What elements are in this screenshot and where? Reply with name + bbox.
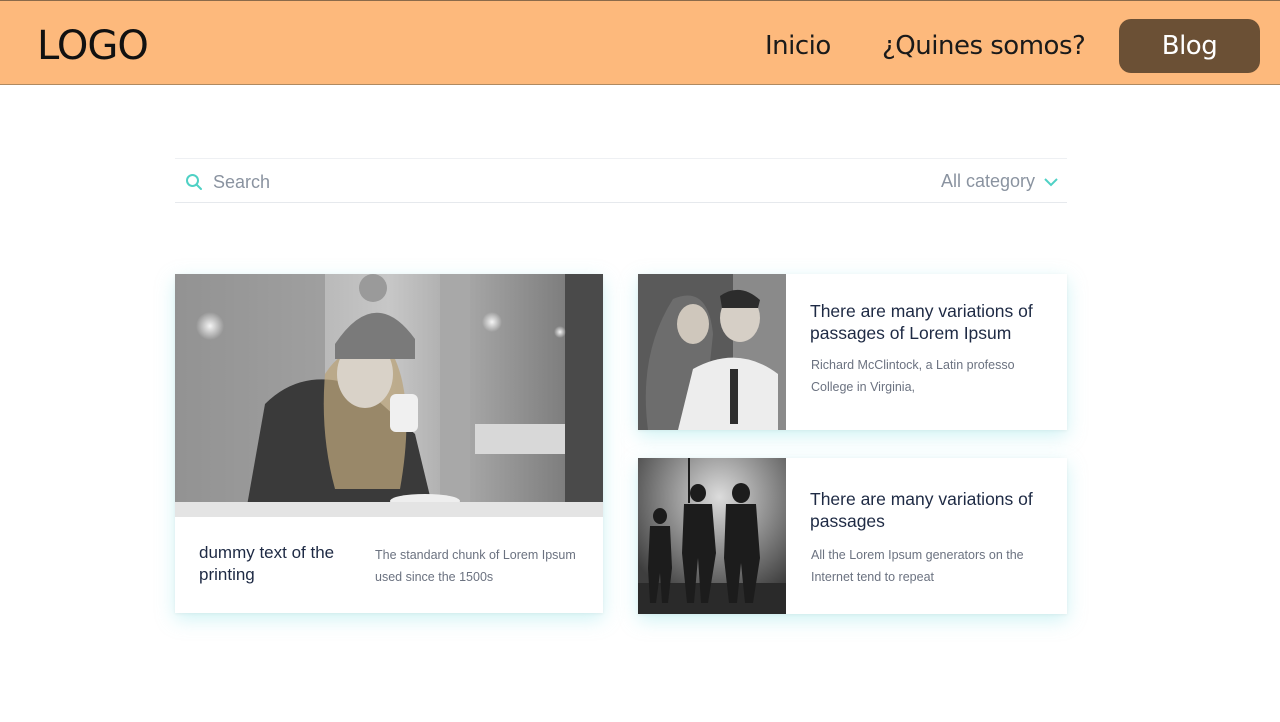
featured-post-title[interactable]: dummy text of the printing	[199, 542, 359, 586]
post-title[interactable]: There are many variations of passages of…	[810, 300, 1055, 344]
search-icon	[186, 174, 202, 190]
nav-link-inicio[interactable]: Inicio	[765, 31, 831, 61]
woman-drinking-coffee-photo	[175, 274, 603, 517]
post-title[interactable]: There are many variations of passages	[810, 488, 1055, 532]
search-bar: All category	[175, 158, 1067, 203]
post-card[interactable]: There are many variations of passages of…	[638, 274, 1067, 430]
logo[interactable]: LOGO	[37, 23, 149, 69]
post-description: Richard McClintock, a Latin professo Col…	[811, 358, 1015, 394]
top-navbar: LOGO Inicio ¿Quines somos? Blog	[0, 0, 1280, 85]
figures-in-smoke-photo	[638, 458, 786, 614]
chevron-down-icon	[1044, 177, 1058, 186]
category-label: All category	[940, 171, 1035, 191]
couple-embracing-photo	[638, 274, 786, 430]
category-dropdown[interactable]: All category	[941, 171, 1059, 192]
nav-button-blog[interactable]: Blog	[1119, 19, 1260, 73]
nav-link-quienes-somos[interactable]: ¿Quines somos?	[882, 31, 1086, 61]
featured-post-description: The standard chunk of Lorem Ipsum used s…	[375, 548, 576, 584]
post-card[interactable]: There are many variations of passages Al…	[638, 458, 1067, 614]
featured-post-card[interactable]: dummy text of the printing The standard …	[175, 274, 603, 613]
search-input[interactable]	[213, 171, 813, 193]
post-description: All the Lorem Ipsum generators on the In…	[811, 548, 1024, 584]
